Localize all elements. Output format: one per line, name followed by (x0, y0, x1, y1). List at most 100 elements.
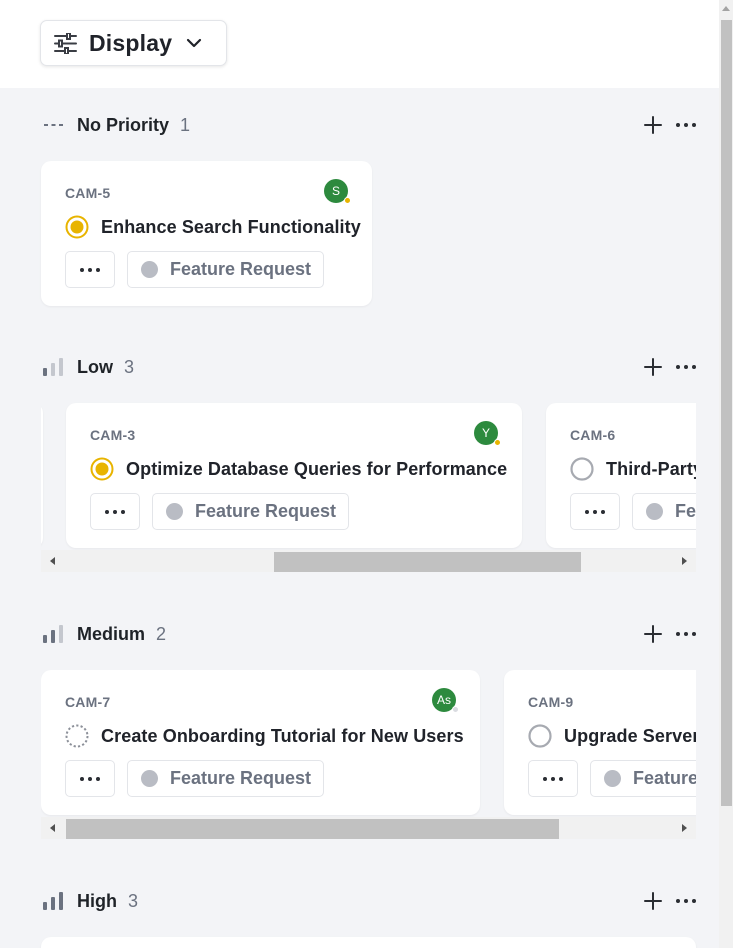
avatar[interactable]: S (324, 179, 351, 204)
label-chip[interactable]: Feature Request (152, 493, 350, 530)
issue-title[interactable]: Create Onboarding Tutorial for New Users (101, 726, 464, 747)
todo-status-icon[interactable] (570, 457, 594, 481)
group-cards-scroller[interactable]: CAM-7 As Create Onboarding Tutorial for … (41, 670, 696, 817)
more-horizontal-icon (676, 365, 696, 369)
scrollbar-thumb[interactable] (721, 20, 732, 806)
more-horizontal-icon (676, 123, 696, 127)
issue-card[interactable]: CAM-3 Y Optimize Database Queries for Pe… (66, 403, 522, 548)
add-issue-button[interactable] (644, 892, 662, 910)
group-count: 3 (124, 356, 135, 377)
issue-title[interactable]: Enhance Search Functionality (101, 217, 361, 238)
low-priority-icon (43, 358, 63, 376)
group-name: No Priority (77, 114, 170, 135)
medium-priority-icon (43, 625, 63, 643)
more-horizontal-icon (80, 776, 100, 781)
label-chip[interactable]: Feature Request (127, 251, 325, 288)
issue-more-button[interactable] (528, 760, 578, 797)
more-horizontal-icon (676, 899, 696, 903)
label-color-dot (646, 503, 663, 520)
no-priority-icon (44, 123, 63, 127)
issue-more-button[interactable] (90, 493, 140, 530)
label-color-dot (604, 770, 621, 787)
group-cards-scroller[interactable]: CAM-3 Y Optimize Database Queries for Pe… (41, 398, 696, 550)
issue-card[interactable]: CAM-6 Third-Party Fe (546, 403, 696, 548)
label-chip[interactable]: Fe (632, 493, 696, 530)
plus-icon (644, 358, 662, 376)
scrollbar-thumb[interactable] (66, 819, 559, 839)
horizontal-scrollbar[interactable] (41, 817, 696, 839)
label-text: Feature Request (170, 768, 312, 788)
label-chip[interactable]: Feature (590, 760, 696, 797)
chevron-down-icon (186, 38, 202, 48)
label-text: Fe (675, 501, 696, 521)
group-header-high: High 3 (40, 886, 696, 916)
backlog-status-icon[interactable] (65, 724, 89, 748)
issue-more-button[interactable] (570, 493, 620, 530)
label-text: Feature Request (170, 259, 312, 279)
group-menu-button[interactable] (676, 632, 696, 636)
group-header-no-priority: No Priority 1 (40, 110, 696, 140)
label-color-dot (141, 770, 158, 787)
more-horizontal-icon (105, 509, 125, 514)
group-menu-button[interactable] (676, 365, 696, 369)
issue-card[interactable]: CAM-7 As Create Onboarding Tutorial for … (41, 670, 480, 815)
group-menu-button[interactable] (676, 123, 696, 127)
label-color-dot (166, 503, 183, 520)
todo-status-icon[interactable] (528, 724, 552, 748)
scroll-right-arrow[interactable] (682, 557, 687, 565)
group-count: 2 (156, 623, 167, 644)
group-count: 1 (180, 114, 191, 135)
add-issue-button[interactable] (644, 358, 662, 376)
display-label: Display (89, 29, 173, 56)
more-horizontal-icon (80, 267, 100, 272)
in-progress-status-icon[interactable] (90, 457, 114, 481)
issue-card-partial[interactable] (41, 403, 43, 548)
group-menu-button[interactable] (676, 899, 696, 903)
label-text: Feature Request (195, 501, 337, 521)
avatar-initials: As (436, 693, 451, 707)
avatar[interactable]: As (432, 688, 459, 713)
issue-card-partial[interactable] (41, 937, 696, 948)
display-options-button[interactable]: Display (40, 20, 227, 66)
issue-id: CAM-9 (528, 694, 574, 710)
kanban-board: No Priority 1 CAM-5 S Enhance Search Fun… (0, 88, 719, 948)
avatar-initials: Y (481, 426, 490, 440)
group-name: High (77, 890, 117, 911)
sliders-icon (54, 32, 77, 54)
plus-icon (644, 625, 662, 643)
scroll-left-arrow[interactable] (50, 557, 55, 565)
group-header-medium: Medium 2 (40, 619, 696, 649)
high-priority-icon (43, 892, 63, 910)
scroll-up-arrow[interactable] (722, 6, 730, 11)
issue-more-button[interactable] (65, 760, 115, 797)
scroll-right-arrow[interactable] (682, 824, 687, 832)
label-text: Feature (633, 768, 696, 788)
issue-title[interactable]: Optimize Database Queries for Performanc… (126, 459, 507, 480)
issue-id: CAM-5 (65, 185, 111, 201)
scrollbar-thumb[interactable] (274, 552, 581, 572)
add-issue-button[interactable] (644, 116, 662, 134)
more-horizontal-icon (543, 776, 563, 781)
issue-card[interactable]: CAM-5 S Enhance Search Functionality Fea… (41, 161, 372, 306)
issue-title[interactable]: Upgrade Server (564, 726, 696, 747)
presence-dot (494, 439, 501, 446)
issue-card[interactable]: CAM-9 Upgrade Server Feature (504, 670, 696, 815)
horizontal-scrollbar[interactable] (41, 550, 696, 572)
avatar[interactable]: Y (474, 421, 501, 446)
group-name: Low (77, 356, 113, 377)
label-chip[interactable]: Feature Request (127, 760, 325, 797)
in-progress-status-icon[interactable] (65, 215, 89, 239)
presence-dot (344, 197, 351, 204)
plus-icon (644, 892, 662, 910)
issue-title[interactable]: Third-Party (606, 459, 696, 480)
more-horizontal-icon (585, 509, 605, 514)
add-issue-button[interactable] (644, 625, 662, 643)
scroll-left-arrow[interactable] (50, 824, 55, 832)
vertical-scrollbar[interactable] (719, 0, 733, 948)
presence-dot (452, 706, 459, 713)
group-count: 3 (128, 890, 139, 911)
group-name: Medium (77, 623, 146, 644)
issue-id: CAM-3 (90, 427, 136, 443)
issue-more-button[interactable] (65, 251, 115, 288)
view-toolbar: Display (0, 0, 719, 88)
